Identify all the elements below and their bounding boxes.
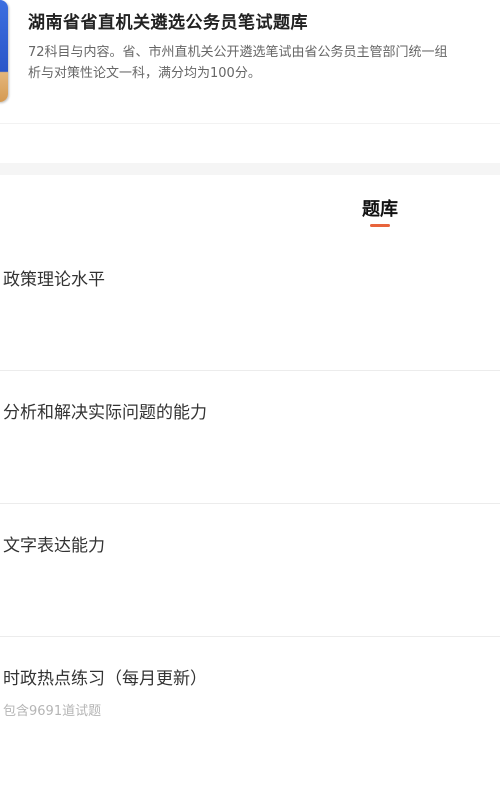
tab-bar: 题库	[0, 175, 500, 235]
book-description: 72科目与内容。省、市州直机关公开遴选笔试由省公务员主管部门统一组 析与对策性论…	[28, 42, 500, 86]
subject-item-policy-theory[interactable]: 政策理论水平	[0, 238, 500, 371]
tab-question-bank[interactable]: 题库	[340, 195, 420, 221]
subject-name: 文字表达能力	[3, 536, 105, 556]
subject-item-writing[interactable]: 文字表达能力	[0, 504, 500, 637]
subject-question-count: 包含9691道试题	[3, 704, 102, 719]
subject-name: 时政热点练习（每月更新）	[3, 669, 207, 689]
subject-name: 分析和解决实际问题的能力	[3, 403, 207, 423]
book-description-line: 72科目与内容。省、市州直机关公开遴选笔试由省公务员主管部门统一组	[28, 45, 448, 60]
book-description-line: 析与对策性论文一科，满分均为100分。	[28, 66, 261, 81]
book-title: 湖南省省直机关遴选公务员笔试题库	[28, 13, 308, 33]
subject-item-current-affairs[interactable]: 时政热点练习（每月更新） 包含9691道试题	[0, 637, 500, 770]
section-divider	[0, 163, 500, 175]
subject-list: 政策理论水平 分析和解决实际问题的能力 文字表达能力 时政热点练习（每月更新） …	[0, 238, 500, 770]
subject-name: 政策理论水平	[3, 270, 105, 290]
book-header: 湖南省省直机关遴选公务员笔试题库 72科目与内容。省、市州直机关公开遴选笔试由省…	[0, 0, 500, 124]
subject-item-problem-solving[interactable]: 分析和解决实际问题的能力	[0, 371, 500, 504]
book-cover-image[interactable]	[0, 0, 8, 102]
tab-active-indicator	[370, 224, 390, 227]
